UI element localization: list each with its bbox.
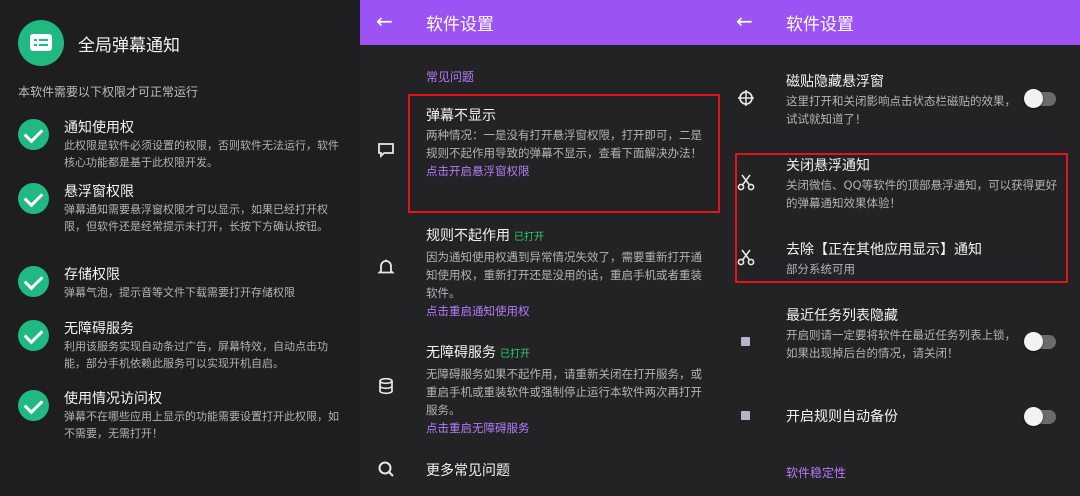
page-title: 软件设置 [426,15,494,35]
section-header-stability: 软件稳定性 [786,466,847,480]
square-icon [741,337,750,346]
toggle-hide-recent-tasks[interactable] [1024,332,1056,351]
status-badge: 已打开 [514,232,544,243]
bell-icon [376,258,396,278]
permission-desc: 利用该服务实现自动条过广告，屏幕特效，自动点击功能，部分手机依赖此服务可以实现开… [64,340,328,370]
permissions-panel: 全局弹幕通知 本软件需要以下权限才可正常运行 通知使用权 此权限是软件必须设置的… [0,0,360,496]
permission-desc: 弹幕不在哪些应用上显示的功能需要设置打开此权限，如不需要，无需打开！ [64,410,339,440]
item-title: 无障碍服务 [426,345,496,361]
faq-item-more[interactable]: 更多常见问题 [426,461,711,481]
faq-item-accessibility[interactable]: 无障碍服务 已打开 无障碍服务如果不起作用，请重新关闭在打开服务，或重启手机或重装… [426,343,711,437]
item-title: 更多常见问题 [426,463,510,479]
intro-text: 本软件需要以下权限才可正常运行 [18,85,199,99]
permission-desc: 此权限是软件必须设置的权限，否则软件无法运行，软件核心功能都是基于此权限开发。 [64,139,339,169]
check-icon [18,119,49,150]
permission-title: 存储权限 [64,267,120,283]
permission-title: 使用情况访问权 [64,391,162,407]
check-icon [18,390,49,421]
item-title: 开启规则自动备份 [786,409,898,425]
permission-desc: 弹幕通知需要悬浮窗权限才可以显示，如果已经打开权限，但软件还是经常提示未打开，长… [64,203,328,233]
back-arrow-icon[interactable]: ← [736,9,753,33]
page-title: 软件设置 [786,15,854,35]
item-desc: 这里打开和关闭影响点击状态栏磁贴的效果，试试就知道了！ [786,94,1016,126]
item-desc: 无障碍服务如果不起作用，请重新关闭在打开服务，或重启手机或重装软件或强制停止运行… [426,367,702,417]
database-icon [376,377,396,397]
setting-tile-hide-overlay[interactable]: 磁贴隐藏悬浮窗 这里打开和关闭影响点击状态栏磁贴的效果，试试就知道了！ [786,72,1016,128]
restart-notification-access-link[interactable]: 点击重启通知使用权 [426,302,711,320]
setting-auto-backup-rules[interactable]: 开启规则自动备份 [786,407,1016,427]
restart-accessibility-link[interactable]: 点击重启无障碍服务 [426,419,711,437]
item-desc: 开启则请一定要将软件在最近任务列表上锁，如果出现掉后台的情况，请关闭！ [786,328,1016,360]
status-badge: 已打开 [500,349,530,360]
app-logo-icon [18,20,64,66]
setting-hide-recent-tasks[interactable]: 最近任务列表隐藏 开启则请一定要将软件在最近任务列表上锁，如果出现掉后台的情况，… [786,306,1016,362]
toggle-auto-backup-rules[interactable] [1024,407,1056,426]
permission-desc: 弹幕气泡，提示音等文件下载需要打开存储权限 [64,286,295,299]
permission-title: 通知使用权 [64,120,134,136]
permission-title: 无障碍服务 [64,321,134,337]
highlight-box [735,153,1068,283]
back-arrow-icon[interactable]: ← [376,9,393,33]
permission-title: 悬浮窗权限 [64,184,134,200]
app-bar: ← 软件设置 [720,0,1080,45]
toggle-tile-hide-overlay[interactable] [1024,89,1056,108]
section-header-faq: 常见问题 [426,70,475,84]
crosshair-icon [736,89,756,109]
settings-faq-panel: ← 软件设置 常见问题 弹幕不显示 两种情况：一是没有打开悬浮窗权限，打开即可，… [360,0,720,496]
highlight-box [408,94,720,213]
search-icon [376,460,396,480]
check-icon [18,183,49,214]
check-icon [18,320,49,351]
item-desc: 因为通知使用权遇到异常情况失效了，需要重新打开通知使用权，重新打开还是没用的话，… [426,250,702,300]
faq-item-rules-not-working[interactable]: 规则不起作用 已打开 因为通知使用权遇到异常情况失效了，需要重新打开通知使用权，重… [426,226,711,320]
item-title: 最近任务列表隐藏 [786,308,898,324]
check-icon [18,266,49,297]
app-bar: ← 软件设置 [360,0,720,45]
settings-panel: ← 软件设置 磁贴隐藏悬浮窗 这里打开和关闭影响点击状态栏磁贴的效果，试试就知道… [720,0,1080,496]
app-title: 全局弹幕通知 [78,36,180,56]
item-title: 规则不起作用 [426,228,510,244]
item-title: 磁贴隐藏悬浮窗 [786,74,884,90]
square-icon [741,411,750,420]
message-icon [376,141,396,161]
